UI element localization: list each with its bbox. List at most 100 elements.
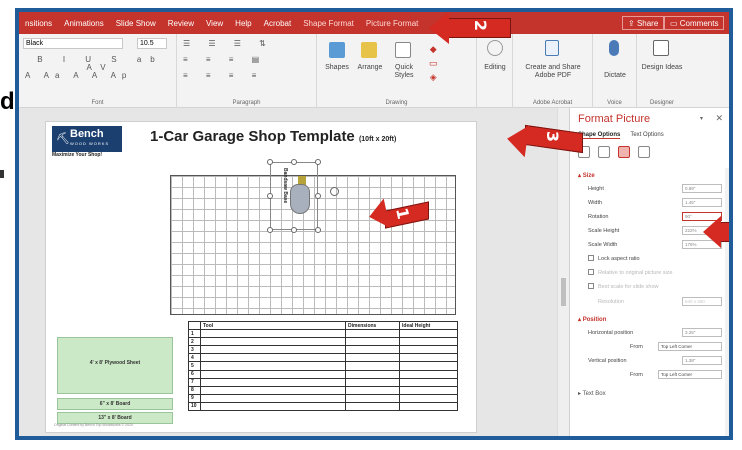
width-row: Width 1.45" [588, 198, 728, 208]
table-row: 9 [188, 393, 458, 403]
credit-text: Original Content by Bench Top Woodworks … [54, 423, 133, 427]
size-section[interactable]: ▴ Size [578, 172, 595, 179]
board-6in[interactable]: 6" x 8' Board [57, 398, 173, 410]
tab-acrobat[interactable]: Acrobat [258, 19, 298, 28]
powerpoint-window: nsitions Animations Slide Show Review Vi… [15, 8, 733, 440]
pdf-icon [545, 40, 559, 56]
close-icon[interactable]: ✕ [715, 113, 723, 124]
slide[interactable]: ⛏ Bench WOOD WORKS Maximize Your Shop! 1… [45, 121, 477, 433]
arrange-icon [361, 42, 377, 58]
tab-shape-format[interactable]: Shape Format [297, 19, 360, 28]
font-group: Black 10.5 B I U S ab AV A Aa A A Ap Fon… [19, 34, 177, 108]
resize-handle[interactable] [291, 227, 297, 233]
tab-animations[interactable]: Animations [58, 19, 110, 28]
resize-handle[interactable] [267, 159, 273, 165]
horizontal-position-label: Horizontal position [588, 330, 634, 336]
arrange-button[interactable]: Arrange [353, 64, 387, 72]
share-button[interactable]: ⇪ Share [622, 16, 665, 30]
plywood-sheet[interactable]: 4' x 8' Plywood Sheet [57, 337, 173, 394]
design-ideas-icon [653, 40, 669, 56]
resize-handle[interactable] [315, 159, 321, 165]
font-size-box[interactable]: 10.5 [137, 38, 167, 49]
scale-width-label: Scale Width [588, 242, 618, 248]
scale-height-label: Scale Height [588, 228, 620, 234]
width-input[interactable]: 1.45" [682, 198, 722, 207]
pane-scrollbar[interactable] [725, 168, 729, 436]
comments-button[interactable]: ▭ Comments [664, 16, 725, 30]
fill-outline-effects-icons[interactable]: ◆ ▭ ◈ [429, 42, 438, 84]
annotation-number-2: 2 [471, 19, 491, 32]
from2-select[interactable]: Top Left Corner [658, 370, 722, 379]
editing-button[interactable]: Editing [479, 64, 511, 72]
rotate-handle-icon[interactable] [330, 187, 339, 196]
font-color-buttons[interactable]: A Aa A A Ap [25, 72, 132, 80]
resolution-label: Resolution [598, 299, 624, 305]
vertical-position-input[interactable]: 1.38" [682, 356, 722, 365]
resize-handle[interactable] [267, 227, 273, 233]
tool-table: Tool Dimensions Ideal Height 1 2 3 4 5 6… [188, 320, 458, 412]
arrow-head [703, 216, 721, 248]
slide-scrollbar[interactable] [557, 108, 569, 436]
resize-handle[interactable] [267, 193, 273, 199]
share-label: Share [636, 19, 659, 28]
tab-help[interactable]: Help [229, 19, 257, 28]
row-number: 3 [188, 345, 201, 355]
dictate-button[interactable]: Dictate [595, 72, 635, 80]
resize-handle[interactable] [315, 227, 321, 233]
font-format-buttons[interactable]: B I U S ab AV [25, 56, 176, 72]
scroll-thumb[interactable] [561, 278, 566, 306]
pane-tabs: Shape Options Text Options [578, 132, 664, 139]
position-section[interactable]: ▴ Position [578, 316, 606, 323]
quick-styles-button[interactable]: Quick Styles [389, 64, 419, 80]
from-select[interactable]: Top Left Corner [658, 342, 722, 351]
quick-styles-icon [395, 42, 411, 58]
design-ideas-button[interactable]: Design Ideas [641, 64, 683, 72]
pane-menu-icon[interactable]: ▾ [700, 115, 703, 122]
list-buttons[interactable]: ☰ ☰ ☰ ⇅ [183, 40, 274, 48]
create-share-pdf-button[interactable]: Create and Share Adobe PDF [517, 64, 589, 80]
rotation-label: Rotation [588, 214, 609, 220]
tab-review[interactable]: Review [162, 19, 200, 28]
best-scale-checkbox[interactable]: Best scale for slide show [588, 283, 659, 290]
resize-handle[interactable] [291, 159, 297, 165]
table-row: 2 [188, 337, 458, 347]
effects-icon[interactable] [598, 146, 610, 158]
tab-text-options[interactable]: Text Options [630, 132, 663, 139]
designer-group-label: Designer [649, 100, 674, 106]
table-row: 4 [188, 353, 458, 363]
ribbon: Black 10.5 B I U S ab AV A Aa A A Ap Fon… [19, 34, 729, 108]
resize-handle[interactable] [315, 193, 321, 199]
bandsaw-base-picture[interactable] [290, 184, 310, 214]
paragraph-group: ☰ ☰ ☰ ⇅ ≡ ≡ ≡ ▤ ≡ ≡ ≡ ≡ Paragraph [177, 34, 317, 108]
tab-view[interactable]: View [200, 19, 229, 28]
tab-picture-format[interactable]: Picture Format [360, 19, 424, 28]
tab-shape-options[interactable]: Shape Options [578, 132, 621, 139]
font-group-label: Font [91, 100, 104, 106]
row-number: 6 [188, 369, 201, 379]
lock-aspect-checkbox[interactable]: Lock aspect ratio [588, 255, 640, 262]
row-number: 5 [188, 361, 201, 371]
font-name-box[interactable]: Black [23, 38, 123, 49]
table-row: 8 [188, 385, 458, 395]
align-buttons[interactable]: ≡ ≡ ≡ ≡ [183, 72, 264, 80]
row-number: 7 [188, 377, 201, 387]
comments-label: Comments [679, 19, 719, 28]
arrow-head [429, 12, 449, 44]
pane-category-icons [578, 146, 650, 158]
text-box-section[interactable]: ▸ Text Box [578, 390, 606, 397]
tab-transitions[interactable]: nsitions [19, 19, 58, 28]
horizontal-position-row: Horizontal position 3.25" [588, 328, 728, 338]
tab-slide-show[interactable]: Slide Show [110, 19, 162, 28]
format-picture-pane: Format Picture ▾ ✕ Shape Options Text Op… [569, 108, 729, 436]
shapes-button[interactable]: Shapes [323, 64, 351, 72]
annotation-number-3: 3 [543, 130, 563, 143]
horizontal-position-input[interactable]: 3.25" [682, 328, 722, 337]
lock-aspect-label: Lock aspect ratio [598, 256, 640, 262]
relative-size-checkbox[interactable]: Relative to original picture size [588, 269, 673, 276]
resolution-select[interactable]: 640 x 480 [682, 297, 722, 306]
size-properties-icon[interactable] [618, 146, 630, 158]
acrobat-group-label: Adobe Acrobat [532, 100, 573, 106]
height-input[interactable]: 0.89" [682, 184, 722, 193]
indent-buttons[interactable]: ≡ ≡ ≡ ▤ [183, 56, 267, 64]
picture-icon[interactable] [638, 146, 650, 158]
